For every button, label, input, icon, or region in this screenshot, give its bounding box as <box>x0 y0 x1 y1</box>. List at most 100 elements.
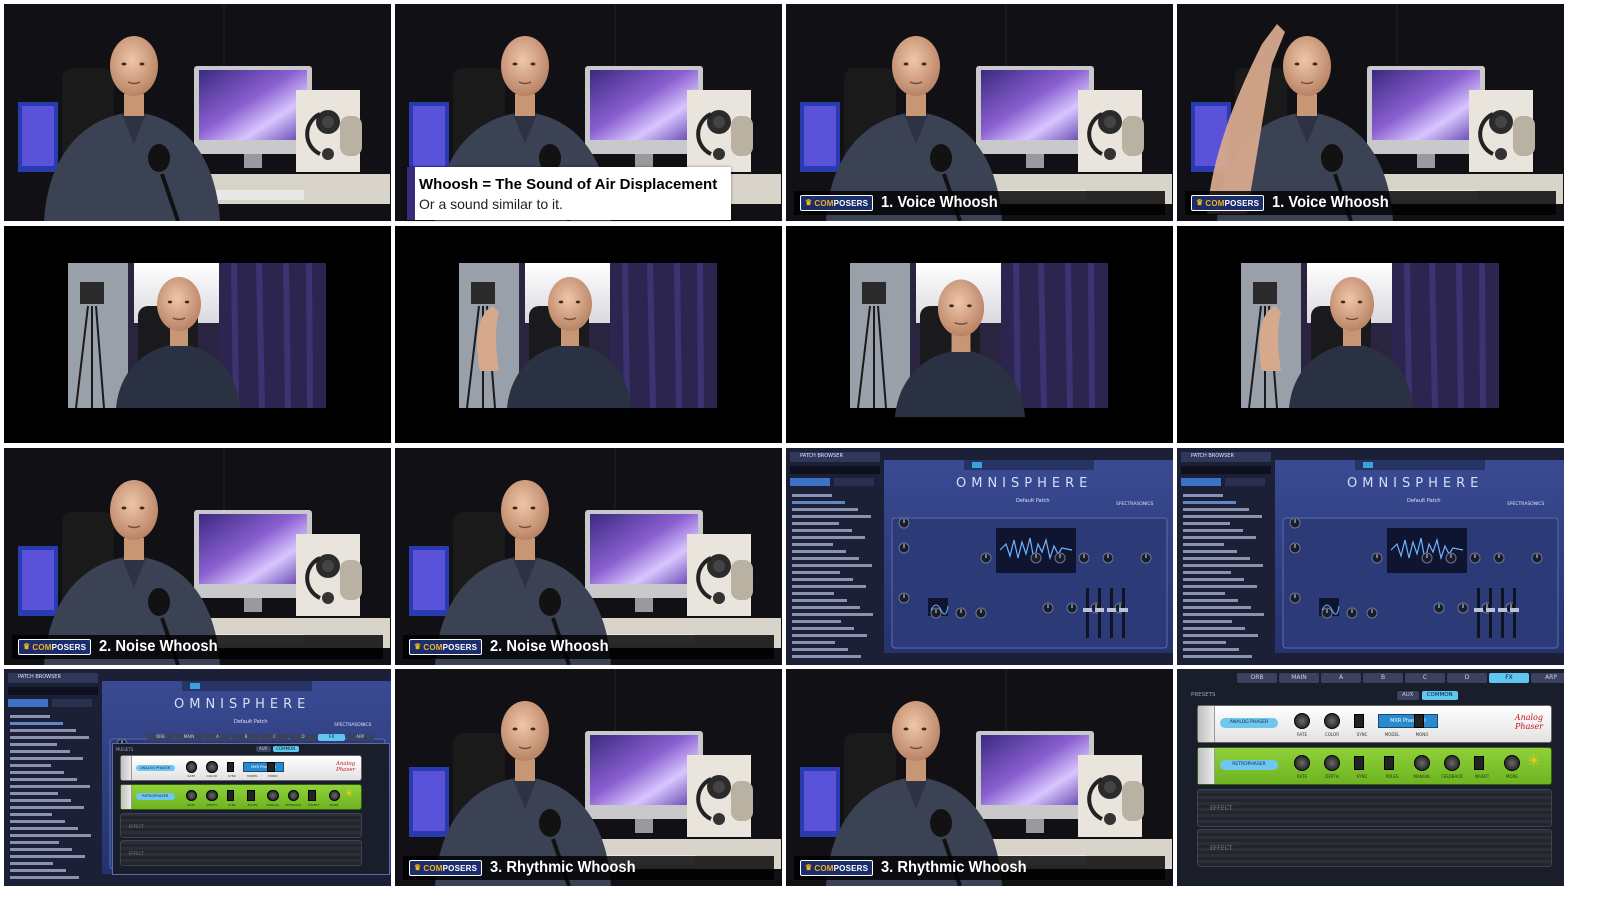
knob-label: MONO <box>1415 732 1429 737</box>
knob-label: COLOR <box>206 774 217 779</box>
thumbnail-r3c1: ♛ COMPOSERS 2. Noise Whoosh <box>4 448 391 665</box>
podcast-mic <box>1321 144 1343 172</box>
knob-invert[interactable] <box>1474 756 1484 770</box>
knob-feedback[interactable] <box>287 789 300 802</box>
tab-fx[interactable]: FX <box>318 733 346 741</box>
knob-sync[interactable] <box>1354 714 1364 728</box>
webcam-frame <box>1177 226 1564 443</box>
contact-sheet: Whoosh = The Sound of Air Displacement Or… <box>0 0 1600 906</box>
presenter-face <box>501 480 549 540</box>
knob-manual[interactable] <box>1414 755 1430 771</box>
knob-mono[interactable] <box>1414 714 1424 728</box>
tab-d[interactable]: D <box>289 733 317 741</box>
composers-badge: ♛ COMPOSERS <box>409 639 483 655</box>
section-title: 3. Rhythmic Whoosh <box>490 859 636 876</box>
lower-third-caption: ♛ COMPOSERS 2. Noise Whoosh <box>403 635 774 659</box>
presets-label[interactable]: PRESETS <box>1191 692 1215 698</box>
tab-common[interactable]: COMMON <box>272 745 299 753</box>
knob-label: MONO <box>268 774 278 779</box>
knob-model[interactable]: MXR Phase 90 <box>242 761 285 773</box>
knob-label: MANUAL <box>1413 774 1431 779</box>
fx-unit-analog-phaser[interactable]: ANALOG PHASER RATE COLOR SYNC MXR Phase 90 MO… <box>1197 705 1552 743</box>
presets-label[interactable]: PRESETS <box>116 747 134 752</box>
tab-fx[interactable]: FX <box>1489 673 1529 683</box>
knob-depth[interactable] <box>1324 755 1340 771</box>
patch-browser-title: PATCH BROWSER <box>800 453 843 459</box>
composers-badge: ♛ COMPOSERS <box>18 639 92 655</box>
knob-label: RATE <box>1296 774 1307 779</box>
studio-frame <box>4 448 391 665</box>
podcast-mic <box>539 809 561 837</box>
tab-d[interactable]: D <box>1447 673 1487 683</box>
tab-aux[interactable]: AUX <box>1397 691 1419 700</box>
thumbnail-r1c3: ♛ COMPOSERS 1. Voice Whoosh <box>786 4 1173 221</box>
fx-unit-analog-phaser[interactable]: ANALOG PHASER RATE COLOR SYNC MXR Phase 90 MO… <box>119 755 362 782</box>
fx-unit-retrophaser[interactable]: RETROPHASER RATE DEPTH SYNC POLES MANUAL FEEDB… <box>119 784 362 810</box>
tab-b[interactable]: B <box>232 733 260 741</box>
composers-badge: ♛ COMPOSERS <box>409 860 483 876</box>
knob-poles[interactable] <box>1384 756 1394 770</box>
tab-orb[interactable]: ORB <box>1237 673 1277 683</box>
brand-prefix: COM <box>814 198 834 208</box>
condenser-mic <box>731 116 753 156</box>
fx-empty-slot[interactable]: EFFECT <box>119 812 362 839</box>
knob-more[interactable] <box>1504 755 1520 771</box>
title-card-accent <box>407 167 415 220</box>
studio-frame <box>395 448 782 665</box>
webcam-frame <box>395 226 782 443</box>
knob-sync[interactable] <box>226 761 235 773</box>
tab-c[interactable]: C <box>1405 673 1445 683</box>
knob-depth[interactable] <box>206 789 218 802</box>
tab-a[interactable]: A <box>1321 673 1361 683</box>
lower-third-caption: ♛ COMPOSERS 1. Voice Whoosh <box>1185 191 1556 215</box>
composers-badge: ♛ COMPOSERS <box>1191 195 1265 211</box>
fx-empty-slot[interactable]: EFFECT <box>1197 829 1552 867</box>
brand-suffix: POSERS <box>442 642 478 652</box>
fx-unit-retrophaser[interactable]: RETROPHASER RATE DEPTH SYNC POLES MANUAL FEEDB… <box>1197 747 1552 785</box>
tab-arp[interactable]: ARP <box>346 733 374 741</box>
tab-a[interactable]: A <box>203 733 232 741</box>
crown-icon: ♛ <box>23 642 31 651</box>
knob-sync[interactable] <box>226 790 235 801</box>
knob-rate[interactable] <box>185 789 198 802</box>
knob-color[interactable] <box>206 761 218 773</box>
patch-name[interactable]: Default Patch <box>234 719 268 725</box>
title-card: Whoosh = The Sound of Air Displacement Or… <box>407 167 731 220</box>
spectrasonics-logo: SPECTRASONICS <box>1507 502 1545 507</box>
tab-arp[interactable]: ARP <box>1531 673 1564 683</box>
patch-name[interactable]: Default Patch <box>1016 498 1050 504</box>
brand-suffix: POSERS <box>833 198 869 208</box>
tab-c[interactable]: C <box>260 733 289 741</box>
knob-invert[interactable] <box>308 790 316 801</box>
fx-empty-slot[interactable]: EFFECT <box>119 839 362 866</box>
webcam-frame <box>4 226 391 443</box>
fx-unit-name: RETROPHASER <box>135 793 175 800</box>
knob-sync[interactable] <box>1354 756 1364 770</box>
thumbnail-r4c1: OMNISPHERE Default Patch SPECTRASONICS PATC… <box>4 669 391 886</box>
thumbnail-r3c3: OMNISPHERE Default Patch SPECTRASONICS PATC… <box>786 448 1173 665</box>
tab-common[interactable]: COMMON <box>1421 691 1458 700</box>
knob-mono[interactable] <box>267 761 275 773</box>
knob-rate[interactable] <box>185 761 198 773</box>
tab-main[interactable]: MAIN <box>175 733 203 741</box>
knob-more[interactable] <box>328 789 341 802</box>
tab-orb[interactable]: ORB <box>146 733 174 741</box>
knob-model[interactable]: MXR Phase 90 <box>1378 714 1438 728</box>
section-title: 3. Rhythmic Whoosh <box>881 859 1027 876</box>
patch-name[interactable]: Default Patch <box>1407 498 1441 504</box>
tab-main[interactable]: MAIN <box>1279 673 1319 683</box>
tab-aux[interactable]: AUX <box>255 745 271 753</box>
knob-rate[interactable] <box>1294 713 1310 729</box>
knob-rate[interactable] <box>1294 755 1310 771</box>
knob-manual[interactable] <box>267 789 279 802</box>
knob-poles[interactable] <box>247 790 255 801</box>
fx-tab-bar: ORB MAIN A B C D FX ARP <box>1237 673 1564 683</box>
fx-unit-name: ANALOG PHASER <box>1220 718 1278 728</box>
brand-suffix: POSERS <box>833 863 869 873</box>
fx-empty-slot[interactable]: EFFECT <box>1197 789 1552 827</box>
thumbnail-r4c3: ♛ COMPOSERS 3. Rhythmic Whoosh <box>786 669 1173 886</box>
thumbnail-r4c4: ORBMAINABCDFXARPAUXCOMMONPRESETSAUX SEND… <box>1177 669 1564 886</box>
tab-b[interactable]: B <box>1363 673 1403 683</box>
knob-feedback[interactable] <box>1444 755 1460 771</box>
knob-color[interactable] <box>1324 713 1340 729</box>
